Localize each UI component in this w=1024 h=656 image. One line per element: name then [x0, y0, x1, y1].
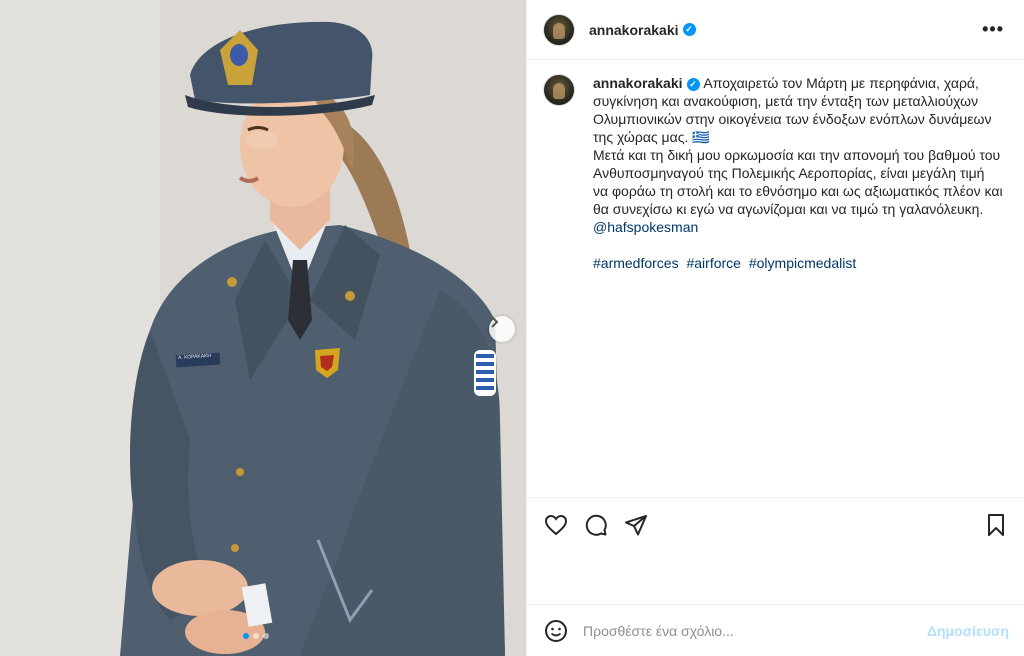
caption: annakorakaki ✓ Αποχαιρετώ τον Μάρτη με πε… — [543, 74, 1009, 272]
caption-username[interactable]: annakorakaki — [593, 75, 683, 91]
hashtag-link[interactable]: #olympicmedalist — [749, 255, 856, 271]
post-header: annakorakaki ✓ ••• — [527, 0, 1024, 60]
action-bar — [527, 497, 1024, 607]
post-details-panel: annakorakaki ✓ ••• annakorakaki ✓ Αποχαιρ… — [526, 0, 1024, 656]
save-icon[interactable] — [983, 512, 1009, 538]
username-link[interactable]: annakorakaki — [589, 22, 679, 38]
caption-text: Αποχαιρετώ τον Μάρτη με περηφάνια, χαρά,… — [593, 75, 1003, 217]
hashtag-list: #armedforces #airforce #olympicmedalist — [593, 254, 1003, 272]
add-comment-bar: Δημοσίευση — [527, 604, 1024, 656]
more-options-icon[interactable]: ••• — [978, 19, 1008, 40]
carousel-dot — [253, 633, 259, 639]
avatar[interactable] — [543, 13, 575, 46]
carousel-dot — [243, 633, 249, 639]
comments-section: annakorakaki ✓ Αποχαιρετώ τον Μάρτη με πε… — [527, 60, 1024, 497]
verified-badge-icon: ✓ — [682, 23, 696, 36]
post-photo — [0, 0, 526, 656]
comment-input[interactable] — [583, 622, 927, 639]
hashtag-link[interactable]: #armedforces — [593, 255, 679, 271]
next-photo-button[interactable] — [489, 316, 515, 342]
emoji-icon[interactable] — [543, 618, 569, 644]
carousel-indicator — [243, 633, 269, 639]
carousel-dot — [263, 633, 269, 639]
comment-icon[interactable] — [583, 512, 609, 538]
post-media[interactable]: A. ΚΟΡΑΚΑΚΗ — [0, 0, 526, 656]
caption-body: annakorakaki ✓ Αποχαιρετώ τον Μάρτη με πε… — [593, 74, 1003, 272]
hashtag-link[interactable]: #airforce — [686, 255, 740, 271]
heart-icon[interactable] — [543, 512, 569, 538]
verified-badge-icon: ✓ — [686, 77, 700, 91]
share-icon[interactable] — [623, 512, 649, 538]
post-comment-button[interactable]: Δημοσίευση — [927, 623, 1009, 639]
mention-link[interactable]: @hafspokesman — [593, 219, 698, 235]
avatar[interactable] — [543, 74, 575, 106]
